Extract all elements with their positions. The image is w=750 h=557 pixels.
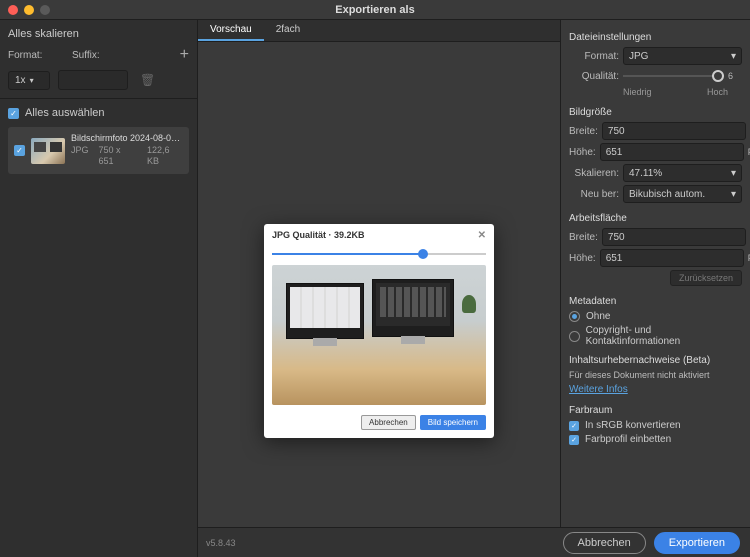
chevron-down-icon: ▾ (731, 51, 736, 62)
content-cred-header: Inhaltsurhebernachweise (Beta) (569, 355, 742, 366)
canvas-height-label: Höhe: (569, 253, 596, 264)
resample-select[interactable]: Bikubisch autom. ▾ (623, 185, 742, 203)
convert-srgb-checkbox[interactable]: ✓ (569, 421, 579, 431)
select-all-checkbox[interactable]: ✓ (8, 108, 19, 119)
slider-thumb-icon[interactable] (712, 70, 724, 82)
color-space-header: Farbraum (569, 405, 742, 416)
modal-save-button[interactable]: Bild speichern (420, 415, 486, 430)
tab-preview[interactable]: Vorschau (198, 20, 264, 41)
image-size-header: Bildgröße (569, 107, 742, 118)
canvas-width-label: Breite: (569, 232, 598, 243)
cancel-button[interactable]: Abbrechen (563, 532, 646, 554)
width-input[interactable] (602, 122, 746, 140)
asset-name: Bildschirmfoto 2024-08-05 um 16.... (71, 133, 181, 145)
scale-select[interactable]: 47.11% ▾ (623, 164, 742, 182)
center-panel: Vorschau 2fach JPG Qualität · 39.2KB ✕ (198, 20, 560, 557)
quality-slider[interactable] (623, 68, 724, 84)
format-value: JPG (629, 51, 648, 62)
format-label: Format: (569, 51, 619, 62)
scale-select[interactable]: 1x ▾ (8, 71, 50, 90)
asset-thumbnail (31, 138, 65, 164)
format-select[interactable]: JPG ▾ (623, 47, 742, 65)
tab-2x[interactable]: 2fach (264, 20, 312, 41)
resample-label: Neu ber: (569, 189, 619, 200)
close-icon[interactable]: ✕ (478, 230, 486, 241)
chevron-down-icon: ▾ (731, 168, 736, 179)
width-label: Breite: (569, 126, 598, 137)
height-input[interactable] (600, 143, 744, 161)
quality-low-label: Niedrig (623, 87, 652, 97)
chevron-down-icon: ▾ (30, 76, 34, 85)
titlebar: Exportieren als (0, 0, 750, 20)
suffix-label: Suffix: (72, 50, 114, 61)
metadata-copyright-radio[interactable] (569, 331, 580, 342)
quality-label: Qualität: (569, 71, 619, 82)
metadata-none-radio[interactable] (569, 311, 580, 322)
asset-item[interactable]: ✓ Bildschirmfoto 2024-08-05 um 16.... JP… (8, 127, 189, 174)
jpg-quality-modal: JPG Qualität · 39.2KB ✕ Abbrechen Bild (264, 224, 494, 438)
content-cred-status: Für dieses Dokument nicht aktiviert (569, 370, 742, 380)
more-info-link[interactable]: Weitere Infos (569, 384, 742, 395)
quality-high-label: Hoch (707, 87, 728, 97)
file-settings-header: Dateieinstellungen (569, 32, 742, 43)
modal-title: JPG Qualität · 39.2KB (272, 230, 365, 241)
embed-profile-checkbox[interactable]: ✓ (569, 435, 579, 445)
slider-thumb-icon[interactable] (418, 249, 428, 259)
preview-area: JPG Qualität · 39.2KB ✕ Abbrechen Bild (198, 42, 560, 531)
convert-srgb-label: In sRGB konvertieren (585, 420, 681, 431)
suffix-input[interactable] (58, 70, 128, 90)
resample-value: Bikubisch autom. (629, 189, 705, 200)
metadata-header: Metadaten (569, 296, 742, 307)
left-panel: Alles skalieren Format: Suffix: + 1x ▾ 🗑… (0, 20, 198, 557)
select-all-label: Alles auswählen (25, 107, 105, 119)
scale-value: 1x (15, 75, 26, 86)
version-label: v5.8.43 (206, 538, 236, 548)
footer: v5.8.43 Abbrechen Exportieren (198, 527, 750, 557)
format-label: Format: (8, 50, 50, 61)
asset-format: JPG (71, 145, 89, 168)
asset-dims: 750 x 651 (99, 145, 137, 168)
metadata-none-label: Ohne (586, 311, 610, 322)
scale-value: 47.11% (629, 168, 662, 179)
canvas-height-input[interactable] (600, 249, 744, 267)
right-panel: Dateieinstellungen Format: JPG ▾ Qualitä… (560, 20, 750, 557)
reset-button[interactable]: Zurücksetzen (670, 270, 742, 286)
modal-cancel-button[interactable]: Abbrechen (361, 415, 416, 430)
export-button[interactable]: Exportieren (654, 532, 740, 554)
chevron-down-icon: ▾ (731, 189, 736, 200)
asset-checkbox[interactable]: ✓ (14, 145, 25, 156)
quality-slider[interactable] (272, 249, 486, 259)
scale-all-header: Alles skalieren (8, 28, 189, 40)
trash-icon: 🗑 (140, 73, 155, 87)
canvas-header: Arbeitsfläche (569, 213, 742, 224)
scale-label: Skalieren: (569, 168, 619, 179)
quality-value: 6 (728, 71, 742, 81)
window-title: Exportieren als (0, 4, 750, 16)
height-label: Höhe: (569, 147, 596, 158)
preview-image (272, 265, 486, 405)
add-scale-button[interactable]: + (180, 46, 189, 64)
embed-profile-label: Farbprofil einbetten (585, 434, 671, 445)
metadata-copyright-label: Copyright- und Kontaktinformationen (586, 325, 742, 347)
asset-size: 122,6 KB (147, 145, 183, 168)
preview-tabs: Vorschau 2fach (198, 20, 560, 42)
canvas-width-input[interactable] (602, 228, 746, 246)
